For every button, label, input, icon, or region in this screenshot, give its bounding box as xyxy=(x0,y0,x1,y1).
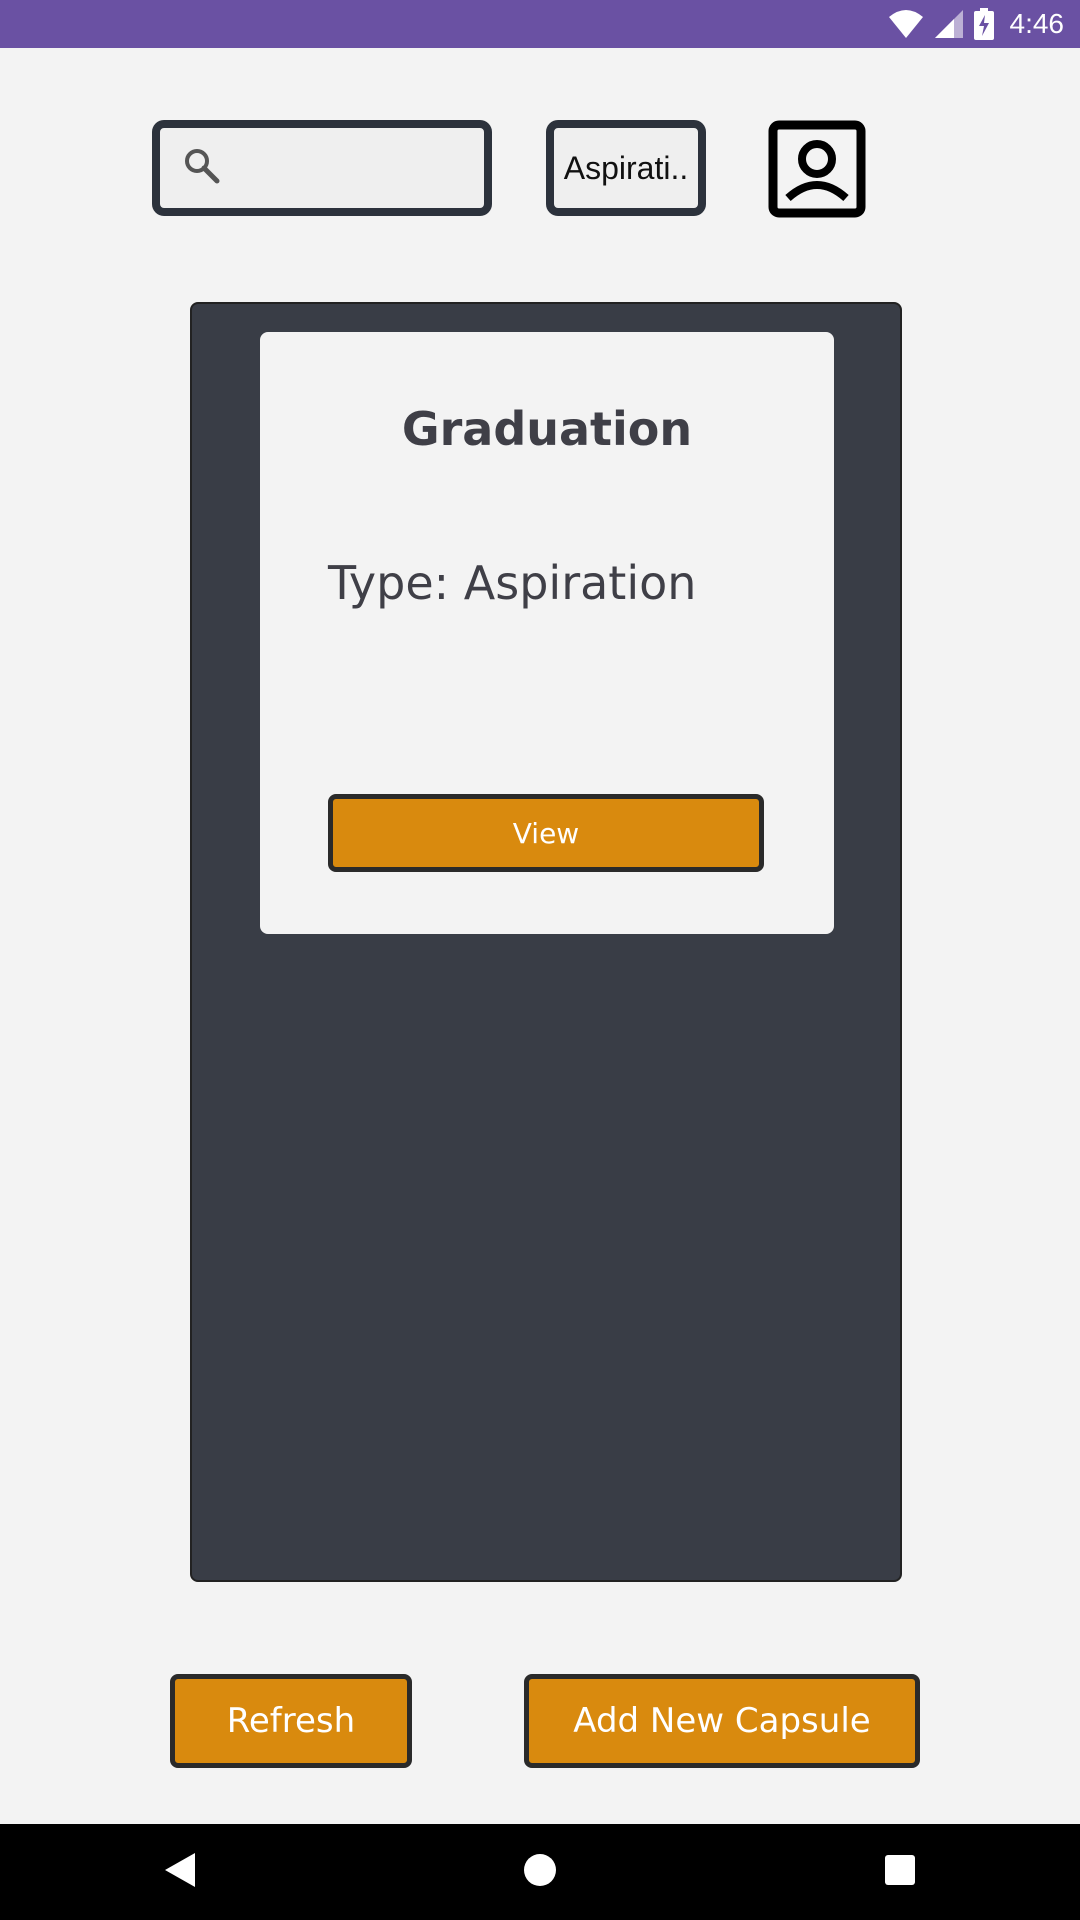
back-icon xyxy=(163,1851,197,1893)
home-button[interactable] xyxy=(492,1824,588,1920)
type-filter-value: Aspirati.. xyxy=(563,149,689,186)
status-time: 4:46 xyxy=(1009,8,1065,39)
battery-charging-icon xyxy=(973,8,994,40)
capsule-card: Graduation Type: Aspiration View xyxy=(260,332,834,934)
type-filter-dropdown[interactable]: Aspirati.. xyxy=(546,120,706,216)
search-icon xyxy=(182,146,222,190)
status-bar: 4:46 xyxy=(0,0,1080,48)
recents-icon xyxy=(884,1854,916,1890)
navigation-bar xyxy=(0,1824,1080,1920)
capsule-title: Graduation xyxy=(401,402,693,456)
capsule-type: Type: Aspiration xyxy=(328,556,697,610)
cell-signal-icon xyxy=(934,9,964,39)
search-input[interactable] xyxy=(232,149,462,187)
capsule-list[interactable]: Graduation Type: Aspiration View xyxy=(190,302,902,1582)
wifi-icon xyxy=(888,9,924,39)
view-capsule-button[interactable]: View xyxy=(328,794,764,872)
recents-button[interactable] xyxy=(852,1824,948,1920)
profile-icon xyxy=(768,120,866,222)
search-box[interactable] xyxy=(152,120,492,216)
home-icon xyxy=(522,1852,558,1892)
add-new-capsule-button[interactable]: Add New Capsule xyxy=(524,1674,920,1768)
refresh-button[interactable]: Refresh xyxy=(170,1674,412,1768)
profile-button[interactable] xyxy=(768,120,866,222)
back-button[interactable] xyxy=(132,1824,228,1920)
